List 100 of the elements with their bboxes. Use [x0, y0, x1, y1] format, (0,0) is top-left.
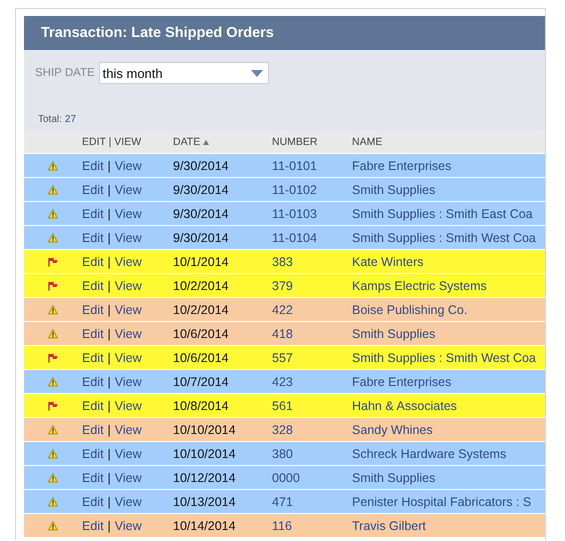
- table-row[interactable]: Edit | View 10/12/2014 0000 Smith Supplies: [24, 466, 545, 490]
- separator: |: [108, 326, 111, 340]
- table-row[interactable]: Edit | View 10/8/2014 561 Hahn & Associates: [24, 394, 545, 418]
- edit-link[interactable]: Edit: [82, 422, 104, 436]
- number-cell: 11-0103: [272, 206, 317, 220]
- name-cell: Smith Supplies: [352, 326, 436, 340]
- name-cell: Boise Publishing Co.: [352, 302, 468, 316]
- edit-link[interactable]: Edit: [82, 398, 104, 412]
- separator: |: [108, 422, 111, 436]
- table-row[interactable]: Edit | View 10/13/2014 471 Penister Hospital Fabricators : S: [24, 490, 545, 514]
- view-link[interactable]: View: [114, 350, 142, 364]
- view-link[interactable]: View: [114, 326, 142, 340]
- edit-link[interactable]: Edit: [82, 158, 104, 172]
- name-cell: Smith Supplies : Smith East Coa: [352, 206, 533, 220]
- ship-date-dropdown[interactable]: this month: [98, 62, 269, 84]
- view-link[interactable]: View: [114, 230, 142, 244]
- view-link[interactable]: View: [114, 518, 142, 532]
- view-link[interactable]: View: [114, 254, 142, 268]
- view-link[interactable]: View: [114, 374, 142, 388]
- view-link[interactable]: View: [114, 494, 142, 508]
- separator: |: [108, 494, 111, 508]
- name-cell: Sandy Whines: [352, 422, 433, 436]
- table-row[interactable]: Edit | View 10/10/2014 380 Schreck Hardware Systems: [24, 442, 545, 466]
- view-link[interactable]: View: [114, 206, 142, 220]
- separator: |: [108, 230, 111, 244]
- edit-link[interactable]: Edit: [82, 182, 104, 196]
- edit-link[interactable]: Edit: [82, 230, 104, 244]
- table-row[interactable]: Edit | View 10/6/2014 418 Smith Supplies: [24, 322, 545, 346]
- separator: |: [108, 302, 111, 316]
- view-link[interactable]: View: [114, 158, 142, 172]
- date-cell: 10/2/2014: [173, 278, 229, 292]
- table-row[interactable]: Edit | View 9/30/2014 11-0104 Smith Supplies : Smith West Coa: [24, 226, 545, 250]
- number-cell: 11-0102: [272, 182, 317, 196]
- separator: |: [108, 398, 111, 412]
- date-cell: 10/10/2014: [173, 446, 236, 460]
- number-cell: 423: [272, 374, 293, 388]
- date-cell: 10/2/2014: [173, 302, 229, 316]
- name-cell: Smith Supplies : Smith West Coa: [352, 350, 536, 364]
- view-link[interactable]: View: [114, 398, 142, 412]
- name-cell: Smith Supplies : Smith West Coa: [352, 230, 536, 244]
- edit-link[interactable]: Edit: [82, 446, 104, 460]
- name-cell: Kate Winters: [352, 254, 424, 268]
- edit-link[interactable]: Edit: [82, 326, 104, 340]
- separator: |: [108, 254, 111, 268]
- view-link[interactable]: View: [114, 446, 142, 460]
- number-cell: 471: [272, 494, 293, 508]
- name-cell: Travis Gilbert: [352, 518, 426, 532]
- edit-link[interactable]: Edit: [82, 350, 104, 364]
- separator: |: [108, 182, 111, 196]
- table-row[interactable]: Edit | View 10/14/2014 116 Travis Gilbert: [24, 514, 545, 538]
- window-title: Transaction: Late Shipped Orders: [41, 25, 274, 41]
- date-cell: 10/8/2014: [173, 398, 229, 412]
- number-cell: 11-0104: [272, 230, 317, 244]
- view-link[interactable]: View: [114, 278, 142, 292]
- view-link[interactable]: View: [114, 470, 142, 484]
- edit-link[interactable]: Edit: [82, 278, 104, 292]
- date-cell: 10/7/2014: [173, 374, 229, 388]
- edit-link[interactable]: Edit: [82, 254, 104, 268]
- table-row[interactable]: Edit | View 9/30/2014 11-0101 Fabre Enterprises: [24, 154, 545, 178]
- table-row[interactable]: Edit | View 10/1/2014 383 Kate Winters: [24, 250, 545, 274]
- table-row[interactable]: Edit | View 10/2/2014 422 Boise Publishing Co.: [24, 298, 545, 322]
- table-row[interactable]: Edit | View 10/2/2014 379 Kamps Electric Systems: [24, 274, 545, 298]
- number-cell: 383: [272, 254, 293, 268]
- edit-link[interactable]: Edit: [82, 302, 104, 316]
- edit-link[interactable]: Edit: [82, 374, 104, 388]
- table-row[interactable]: Edit | View 9/30/2014 11-0102 Smith Supplies: [24, 178, 545, 202]
- table-row[interactable]: Edit | View 9/30/2014 11-0103 Smith Supplies : Smith East Coa: [24, 202, 545, 226]
- edit-link[interactable]: Edit: [82, 518, 104, 532]
- edit-link[interactable]: Edit: [82, 206, 104, 220]
- edit-link[interactable]: Edit: [82, 470, 104, 484]
- filter-label: SHIP DATE: [35, 67, 95, 79]
- column-header[interactable]: NAME: [352, 136, 382, 148]
- column-header[interactable]: EDIT | VIEW: [82, 136, 142, 148]
- name-cell: Fabre Enterprises: [352, 158, 452, 172]
- caret-icon: [250, 70, 263, 76]
- table-row[interactable]: Edit | View 10/7/2014 423 Fabre Enterprises: [24, 370, 545, 394]
- date-cell: 10/10/2014: [173, 422, 236, 436]
- name-cell: Kamps Electric Systems: [352, 278, 487, 292]
- table-row[interactable]: Edit | View 10/6/2014 557 Smith Supplies : Smith West Coa: [24, 346, 545, 370]
- table-row[interactable]: Edit | View 10/10/2014 328 Sandy Whines: [24, 418, 545, 442]
- separator: |: [108, 158, 111, 172]
- total-count: 27: [64, 114, 76, 125]
- date-cell: 10/12/2014: [173, 470, 236, 484]
- separator: |: [108, 374, 111, 388]
- date-cell: 9/30/2014: [173, 182, 229, 196]
- total-label: Total:: [38, 114, 62, 125]
- number-cell: 11-0101: [272, 158, 317, 172]
- date-cell: 9/30/2014: [173, 230, 229, 244]
- column-header[interactable]: DATE: [173, 136, 200, 148]
- separator: |: [108, 350, 111, 364]
- number-cell: 557: [272, 350, 293, 364]
- name-cell: Hahn & Associates: [352, 398, 457, 412]
- column-header[interactable]: NUMBER: [272, 136, 318, 148]
- separator: |: [108, 470, 111, 484]
- view-link[interactable]: View: [114, 182, 142, 196]
- view-link[interactable]: View: [114, 302, 142, 316]
- name-cell: Fabre Enterprises: [352, 374, 452, 388]
- number-cell: 380: [272, 446, 293, 460]
- view-link[interactable]: View: [114, 422, 142, 436]
- edit-link[interactable]: Edit: [82, 494, 104, 508]
